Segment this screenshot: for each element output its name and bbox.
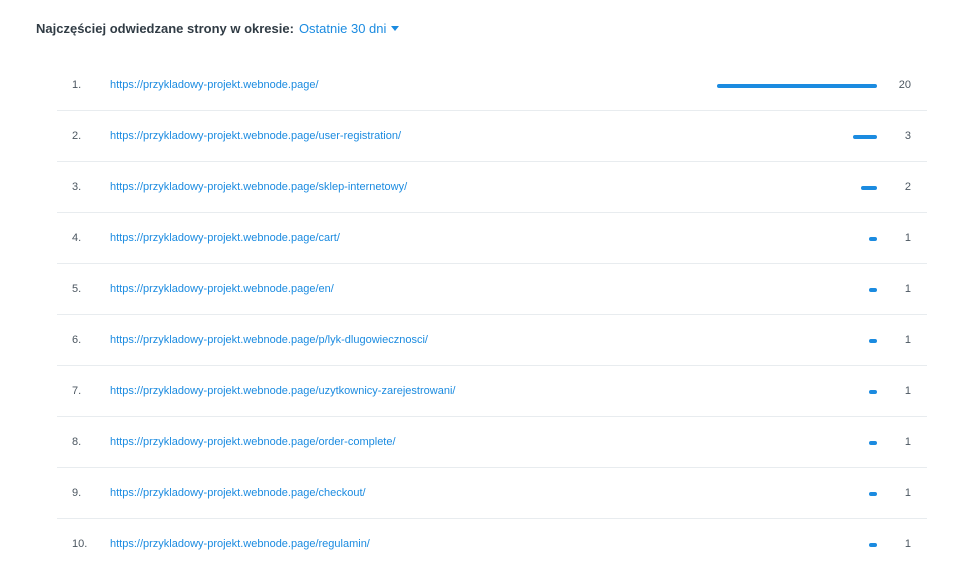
visit-count: 1 (904, 487, 911, 499)
visits-bar (869, 237, 877, 241)
visit-count: 1 (904, 538, 911, 550)
list-item: 4. https://przykladowy-projekt.webnode.p… (57, 213, 927, 264)
rank-number: 5. (72, 283, 82, 295)
most-visited-header: Najczęściej odwiedzane strony w okresie:… (36, 18, 400, 38)
visits-bar (869, 543, 877, 547)
list-item: 3. https://przykladowy-projekt.webnode.p… (57, 162, 927, 213)
most-visited-pages-list: 1. https://przykladowy-projekt.webnode.p… (57, 60, 927, 570)
visit-count: 1 (904, 232, 911, 244)
rank-number: 4. (72, 232, 82, 244)
list-item: 1. https://przykladowy-projekt.webnode.p… (57, 60, 927, 111)
visits-bar (717, 84, 877, 88)
list-item: 5. https://przykladowy-projekt.webnode.p… (57, 264, 927, 315)
visit-count: 2 (904, 181, 911, 193)
page-url-link[interactable]: https://przykladowy-projekt.webnode.page… (110, 315, 428, 366)
list-item: 7. https://przykladowy-projekt.webnode.p… (57, 366, 927, 417)
rank-number: 2. (72, 130, 82, 142)
page-url-link[interactable]: https://przykladowy-projekt.webnode.page… (110, 264, 334, 315)
page-url-link[interactable]: https://przykladowy-projekt.webnode.page… (110, 417, 396, 468)
period-dropdown-label: Ostatnie 30 dni (298, 20, 387, 36)
page-url-link[interactable]: https://przykladowy-projekt.webnode.page… (110, 60, 319, 111)
visit-count: 20 (898, 79, 911, 91)
visit-count: 1 (904, 334, 911, 346)
visit-count: 1 (904, 385, 911, 397)
visits-bar (869, 339, 877, 343)
page-url-link[interactable]: https://przykladowy-projekt.webnode.page… (110, 213, 340, 264)
rank-number: 3. (72, 181, 82, 193)
visits-bar (853, 135, 877, 139)
visits-bar (869, 441, 877, 445)
rank-number: 1. (72, 79, 82, 91)
rank-number: 10. (72, 538, 88, 550)
list-item: 9. https://przykladowy-projekt.webnode.p… (57, 468, 927, 519)
visit-count: 1 (904, 283, 911, 295)
rank-number: 8. (72, 436, 82, 448)
visit-count: 1 (904, 436, 911, 448)
list-item: 6. https://przykladowy-projekt.webnode.p… (57, 315, 927, 366)
rank-number: 9. (72, 487, 82, 499)
rank-number: 6. (72, 334, 82, 346)
list-item: 2. https://przykladowy-projekt.webnode.p… (57, 111, 927, 162)
list-item: 8. https://przykladowy-projekt.webnode.p… (57, 417, 927, 468)
page-url-link[interactable]: https://przykladowy-projekt.webnode.page… (110, 162, 407, 213)
header-label: Najczęściej odwiedzane strony w okresie: (36, 20, 294, 36)
page-url-link[interactable]: https://przykladowy-projekt.webnode.page… (110, 366, 455, 417)
page-url-link[interactable]: https://przykladowy-projekt.webnode.page… (110, 111, 401, 162)
caret-down-icon (391, 25, 400, 31)
visits-bar (869, 288, 877, 292)
list-item: 10. https://przykladowy-projekt.webnode.… (57, 519, 927, 570)
visits-bar (869, 390, 877, 394)
visits-bar (869, 492, 877, 496)
page-url-link[interactable]: https://przykladowy-projekt.webnode.page… (110, 519, 370, 570)
visits-bar (861, 186, 877, 190)
rank-number: 7. (72, 385, 82, 397)
period-dropdown[interactable]: Ostatnie 30 dni (298, 20, 400, 36)
page-url-link[interactable]: https://przykladowy-projekt.webnode.page… (110, 468, 366, 519)
visit-count: 3 (904, 130, 911, 142)
